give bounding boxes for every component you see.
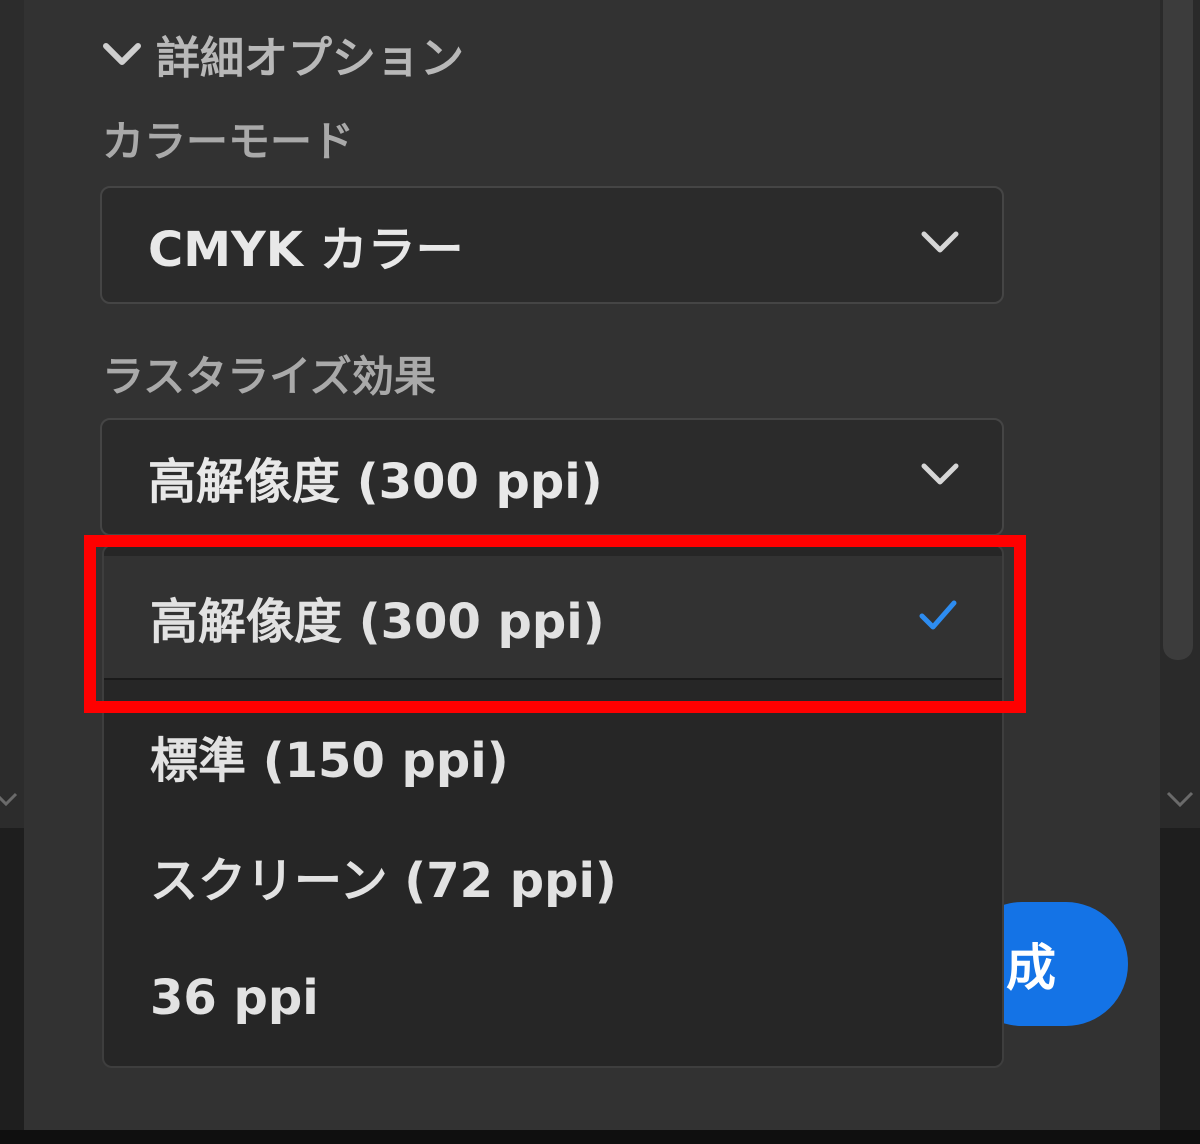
color-mode-select[interactable]: CMYK カラー [100,186,1004,304]
option-label: 36 ppi [150,970,319,1026]
bottom-edge [0,1130,1200,1144]
chevron-down-icon [0,792,18,807]
raster-effects-select[interactable]: 高解像度 (300 ppi) [100,418,1004,536]
chevron-down-icon [921,231,959,253]
raster-option-36[interactable]: 36 ppi [104,936,1002,1060]
color-mode-label: カラーモード [102,117,355,166]
raster-effects-dropdown: 高解像度 (300 ppi) 標準 (150 ppi) スクリーン (72 pp… [102,544,1004,1068]
option-label: 高解像度 (300 ppi) [150,594,605,650]
raster-effects-value: 高解像度 (300 ppi) [148,454,603,510]
scrollbar-thumb[interactable] [1163,0,1193,660]
raster-option-high[interactable]: 高解像度 (300 ppi) [104,556,1002,680]
raster-effects-label: ラスタライズ効果 [102,352,436,401]
raster-option-standard[interactable]: 標準 (150 ppi) [104,694,1002,818]
option-label: 標準 (150 ppi) [150,733,509,789]
chevron-down-icon [103,43,141,65]
chevron-down-icon [921,463,959,485]
color-mode-value: CMYK カラー [148,222,464,278]
create-button-label: 成 [1006,939,1056,997]
chevron-down-icon [1166,791,1194,808]
checkmark-icon [919,600,957,630]
advanced-options-toggle[interactable]: 詳細オプション [102,24,464,84]
option-label: スクリーン (72 ppi) [150,853,617,909]
advanced-options-title: 詳細オプション [156,33,464,84]
left-panel-edge [0,0,24,828]
raster-option-screen[interactable]: スクリーン (72 ppi) [104,814,1002,938]
export-settings-screen: 詳細オプション カラーモード CMYK カラー ラスタライズ効果 高解像度 (3… [0,0,1200,1144]
